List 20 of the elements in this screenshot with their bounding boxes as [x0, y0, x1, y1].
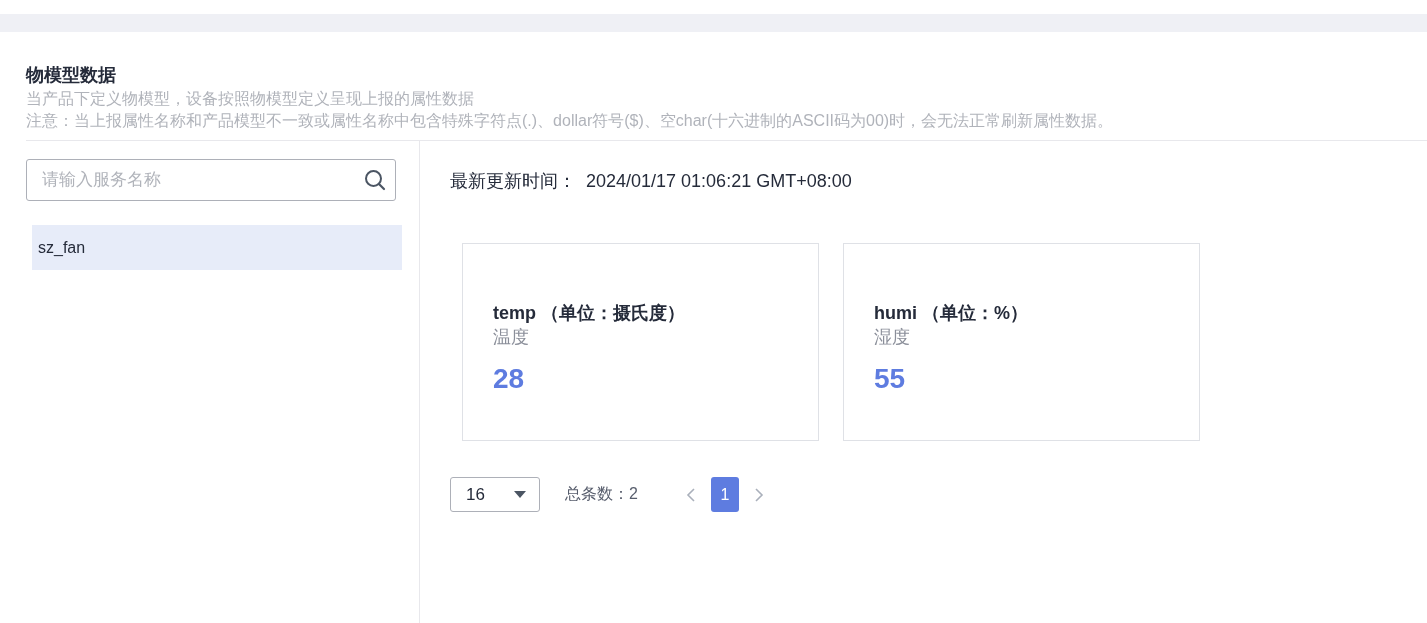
update-time-value: 2024/01/17 01:06:21 GMT+08:00 — [586, 171, 852, 191]
search-field[interactable]: 请输入服务名称 — [26, 159, 396, 201]
property-name: temp （单位：摄氏度） — [493, 302, 686, 325]
next-page-icon[interactable] — [753, 487, 764, 502]
property-name: humi （单位：%） — [874, 302, 1029, 325]
page-size-select[interactable]: 16 — [450, 477, 540, 512]
caret-icon — [514, 491, 526, 498]
section-title: 物模型数据 — [26, 64, 117, 87]
description-text: 当产品下定义物模型，设备按照物模型定义呈现上报的属性数据 — [26, 89, 475, 109]
search-icon[interactable] — [364, 169, 386, 191]
service-item[interactable]: sz_fan — [32, 225, 402, 270]
total-count: 总条数：2 — [565, 484, 638, 504]
notice-text: 注意：当上报属性名称和产品模型不一致或属性名称中包含特殊字符点(.)、dollar符号($)、空char(十六进制的ASCII码为00)时，会无法正常刷新属性数据。 — [26, 111, 1115, 131]
update-time-label: 最新更新时间： — [450, 171, 576, 191]
property-value: 28 — [493, 363, 526, 395]
property-description: 温度 — [493, 326, 530, 349]
property-description: 湿度 — [874, 326, 911, 349]
property-value: 55 — [874, 363, 907, 395]
page-button[interactable]: 1 — [710, 477, 739, 512]
previous-page-icon[interactable] — [685, 487, 696, 502]
